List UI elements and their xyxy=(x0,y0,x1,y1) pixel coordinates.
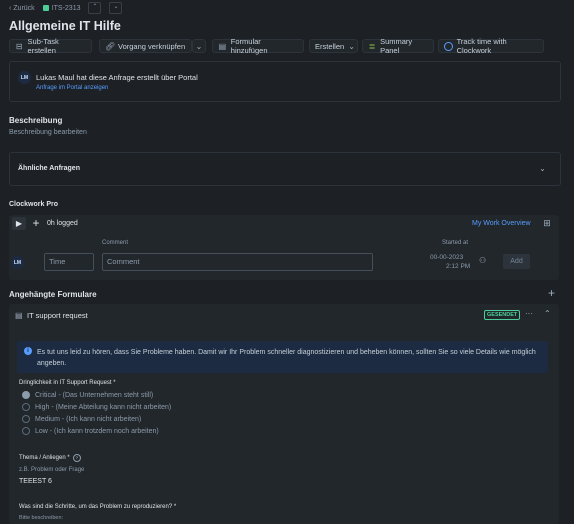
subtask-icon: ⊟ xyxy=(15,41,23,51)
nav-up-button[interactable]: ⌃ xyxy=(88,2,102,14)
started-time[interactable]: 2:12 PM xyxy=(446,263,470,270)
radio-icon xyxy=(22,415,30,423)
track-time-label: Track time with Clockwork xyxy=(456,37,507,55)
topic-value: TEEEST 6 xyxy=(19,478,52,485)
topic-label: Thema / Anliegen * xyxy=(19,455,70,461)
info-text: Es tut uns leid zu hören, dass Sie Probl… xyxy=(37,349,536,367)
started-header: Started at xyxy=(442,240,469,246)
add-form-button[interactable]: ▤ Formular hinzufügen xyxy=(212,37,304,55)
summary-panel-icon: ≣ xyxy=(368,41,376,51)
breadcrumb: ‹ Zurück ITS-2313 ⌃ ⌄ xyxy=(9,2,123,14)
info-icon: i xyxy=(24,347,32,355)
requester-text: Lukas Maul hat diese Anfrage erstellt üb… xyxy=(36,73,198,82)
nav-down-button[interactable]: ⌄ xyxy=(109,2,123,14)
track-time-button[interactable]: Track time with Clockwork xyxy=(438,37,544,55)
description-title: Beschreibung xyxy=(9,116,63,125)
users-icon[interactable]: ⚇ xyxy=(479,256,486,265)
clockwork-title: Clockwork Pro xyxy=(9,201,59,208)
avatar: LM xyxy=(18,71,31,84)
chevron-up-icon[interactable]: ⌃ xyxy=(544,309,551,318)
issue-key-link[interactable]: ITS-2313 xyxy=(42,4,81,12)
create-subtask-label: Sub-Task erstellen xyxy=(27,37,59,55)
add-worklog-button[interactable]: Add xyxy=(503,254,530,269)
comment-header: Comment xyxy=(102,240,129,246)
summary-panel-label: Summary Panel xyxy=(380,37,413,55)
add-form-label: Formular hinzufügen xyxy=(230,37,268,55)
steps-label: Was sind die Schritte, um das Problem zu… xyxy=(19,504,177,510)
similar-requests-panel[interactable] xyxy=(9,152,561,186)
issue-key-label: ITS-2313 xyxy=(51,4,81,12)
page-title: Allgemeine IT Hilfe xyxy=(9,19,121,33)
link-issue-label: Vorgang verknüpfen xyxy=(118,41,186,51)
help-icon[interactable]: ? xyxy=(72,454,81,462)
similar-requests-title: Ähnliche Anfragen xyxy=(18,165,80,172)
org-chart-icon[interactable]: ⊞ xyxy=(542,218,552,228)
radio-icon xyxy=(22,391,30,399)
portal-link[interactable]: Anfrage im Portal anzeigen xyxy=(36,85,108,91)
chevron-down-icon: ⌄ xyxy=(195,41,203,51)
create-label: Erstellen xyxy=(315,41,345,51)
chevron-down-icon: ⌄ xyxy=(348,41,355,51)
back-label: Zurück xyxy=(13,4,35,12)
radio-icon xyxy=(22,427,30,435)
time-input[interactable]: Time xyxy=(44,253,94,271)
radio-icon xyxy=(22,403,30,411)
avatar: LM xyxy=(11,256,24,269)
urgency-option-medium[interactable]: Medium - (Ich kann nicht arbeiten) xyxy=(22,415,141,423)
form-icon: ▤ xyxy=(218,41,227,51)
steps-hint: Bitte beschreiben: xyxy=(19,515,64,521)
work-overview-link[interactable]: My Work Overview xyxy=(472,220,531,227)
create-dropdown-button[interactable]: Erstellen ⌄ xyxy=(309,39,358,53)
link-issue-button[interactable]: 🔗︎ Vorgang verknüpfen xyxy=(99,39,192,53)
logged-time: 0h logged xyxy=(47,220,78,227)
summary-panel-button[interactable]: ≣ Summary Panel xyxy=(362,37,434,55)
comment-input[interactable]: Comment xyxy=(102,253,373,271)
urgency-option-label: Critical - (Das Unternehmen steht still) xyxy=(35,391,154,399)
add-form-icon[interactable]: + xyxy=(548,286,555,300)
issue-type-icon xyxy=(42,5,49,11)
link-issue-dropdown[interactable]: ⌄ xyxy=(192,39,206,53)
form-icon: ▤ xyxy=(15,311,23,320)
started-date[interactable]: 00-00-2023 xyxy=(430,254,463,261)
urgency-label: Dringlichkeit in IT Support Request * xyxy=(19,380,116,386)
urgency-option-label: Low - (Ich kann trotzdem noch arbeiten) xyxy=(35,427,159,435)
topic-label-row: Thema / Anliegen * ? xyxy=(19,454,81,462)
urgency-option-low[interactable]: Low - (Ich kann trotzdem noch arbeiten) xyxy=(22,427,159,435)
urgency-option-label: High - (Meine Abteilung kann nicht arbei… xyxy=(35,403,172,411)
create-subtask-button[interactable]: ⊟ Sub-Task erstellen xyxy=(9,37,92,55)
form-panel xyxy=(9,304,559,524)
back-link[interactable]: ‹ Zurück xyxy=(9,5,35,12)
status-badge: GESENDET xyxy=(484,310,521,320)
attached-forms-title: Angehängte Formulare xyxy=(9,290,97,299)
urgency-option-label: Medium - (Ich kann nicht arbeiten) xyxy=(35,415,142,423)
form-title[interactable]: IT support request xyxy=(27,311,88,320)
plus-icon[interactable]: + xyxy=(29,216,43,230)
chevron-down-icon[interactable]: ⌄ xyxy=(538,164,547,173)
urgency-option-critical[interactable]: Critical - (Das Unternehmen steht still) xyxy=(22,391,153,399)
topic-hint: z.B. Problem oder Frage xyxy=(19,467,85,473)
link-icon: 🔗︎ xyxy=(105,41,116,51)
clockwork-icon xyxy=(444,41,453,51)
urgency-option-high[interactable]: High - (Meine Abteilung kann nicht arbei… xyxy=(22,403,171,411)
play-icon[interactable]: ▶ xyxy=(12,217,26,230)
more-icon[interactable]: ··· xyxy=(525,309,533,318)
description-placeholder[interactable]: Beschreibung bearbeiten xyxy=(9,129,87,136)
